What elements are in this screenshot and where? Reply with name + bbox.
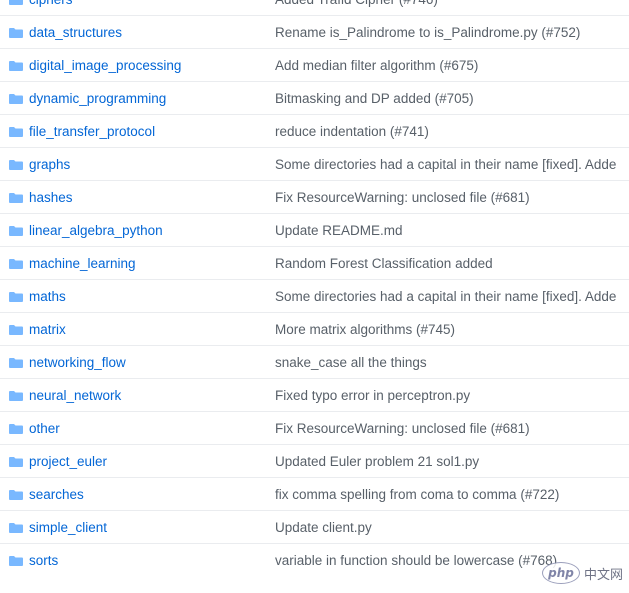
folder-icon (9, 391, 23, 401)
folder-icon (9, 292, 23, 302)
commit-message-link[interactable]: Bitmasking and DP added (#705) (275, 91, 474, 106)
folder-icon (9, 358, 23, 368)
directory-name-link[interactable]: project_euler (29, 454, 107, 469)
directory-name-link[interactable]: linear_algebra_python (29, 223, 163, 238)
file-row-project-euler[interactable]: project_euler Updated Euler problem 21 s… (0, 445, 629, 478)
directory-name-link[interactable]: file_transfer_protocol (29, 124, 155, 139)
folder-icon (9, 193, 23, 203)
folder-icon (9, 28, 23, 38)
directory-name-link[interactable]: ciphers (29, 0, 73, 7)
file-row-simple-client[interactable]: simple_client Update client.py (0, 511, 629, 544)
watermark-logo: php (541, 562, 580, 584)
file-row-linear-algebra-python[interactable]: linear_algebra_python Update README.md (0, 214, 629, 247)
file-row-maths[interactable]: maths Some directories had a capital in … (0, 280, 629, 313)
commit-message-link[interactable]: Updated Euler problem 21 sol1.py (275, 454, 479, 469)
commit-message-link[interactable]: Some directories had a capital in their … (275, 157, 616, 172)
file-row-sorts[interactable]: sorts variable in function should be low… (0, 544, 629, 577)
file-rows: ciphers Added Trafid Cipher (#746) data_… (0, 0, 629, 577)
commit-message-link[interactable]: reduce indentation (#741) (275, 124, 429, 139)
commit-message-link[interactable]: Fix ResourceWarning: unclosed file (#681… (275, 190, 530, 205)
directory-name-link[interactable]: digital_image_processing (29, 58, 181, 73)
commit-message-link[interactable]: Update client.py (275, 520, 372, 535)
file-row-graphs[interactable]: graphs Some directories had a capital in… (0, 148, 629, 181)
folder-icon (9, 556, 23, 566)
directory-name-link[interactable]: simple_client (29, 520, 107, 535)
directory-name-link[interactable]: other (29, 421, 60, 436)
directory-name-link[interactable]: networking_flow (29, 355, 126, 370)
folder-icon (9, 490, 23, 500)
file-row-data-structures[interactable]: data_structures Rename is_Palindrome to … (0, 16, 629, 49)
file-row-machine-learning[interactable]: machine_learning Random Forest Classific… (0, 247, 629, 280)
directory-name-link[interactable]: neural_network (29, 388, 121, 403)
file-row-networking-flow[interactable]: networking_flow snake_case all the thing… (0, 346, 629, 379)
folder-icon (9, 457, 23, 467)
folder-icon (9, 94, 23, 104)
file-row-matrix[interactable]: matrix More matrix algorithms (#745) (0, 313, 629, 346)
directory-name-link[interactable]: graphs (29, 157, 70, 172)
file-row-digital-image-processing[interactable]: digital_image_processing Add median filt… (0, 49, 629, 82)
file-row-other[interactable]: other Fix ResourceWarning: unclosed file… (0, 412, 629, 445)
directory-name-link[interactable]: dynamic_programming (29, 91, 166, 106)
folder-icon (9, 160, 23, 170)
directory-name-link[interactable]: machine_learning (29, 256, 136, 271)
commit-message-link[interactable]: fix comma spelling from coma to comma (#… (275, 487, 559, 502)
file-row-ciphers[interactable]: ciphers Added Trafid Cipher (#746) (0, 0, 629, 16)
folder-icon (9, 61, 23, 71)
folder-icon (9, 523, 23, 533)
commit-message-link[interactable]: Fix ResourceWarning: unclosed file (#681… (275, 421, 530, 436)
directory-name-link[interactable]: hashes (29, 190, 73, 205)
folder-icon (9, 226, 23, 236)
commit-message-link[interactable]: Added Trafid Cipher (#746) (275, 0, 438, 7)
folder-icon (9, 0, 23, 5)
folder-icon (9, 424, 23, 434)
commit-message-link[interactable]: More matrix algorithms (#745) (275, 322, 455, 337)
commit-message-link[interactable]: variable in function should be lowercase… (275, 553, 557, 568)
file-row-file-transfer-protocol[interactable]: file_transfer_protocol reduce indentatio… (0, 115, 629, 148)
folder-icon (9, 325, 23, 335)
directory-name-link[interactable]: searches (29, 487, 84, 502)
file-row-dynamic-programming[interactable]: dynamic_programming Bitmasking and DP ad… (0, 82, 629, 115)
directory-name-link[interactable]: maths (29, 289, 66, 304)
commit-message-link[interactable]: Rename is_Palindrome to is_Palindrome.py… (275, 25, 580, 40)
commit-message-link[interactable]: Update README.md (275, 223, 403, 238)
folder-icon (9, 127, 23, 137)
file-row-neural-network[interactable]: neural_network Fixed typo error in perce… (0, 379, 629, 412)
directory-name-link[interactable]: data_structures (29, 25, 122, 40)
commit-message-link[interactable]: Fixed typo error in perceptron.py (275, 388, 470, 403)
commit-message-link[interactable]: snake_case all the things (275, 355, 427, 370)
watermark: php 中文网 (541, 562, 623, 584)
commit-message-link[interactable]: Random Forest Classification added (275, 256, 493, 271)
file-row-searches[interactable]: searches fix comma spelling from coma to… (0, 478, 629, 511)
commit-message-link[interactable]: Some directories had a capital in their … (275, 289, 616, 304)
commit-message-link[interactable]: Add median filter algorithm (#675) (275, 58, 478, 73)
file-row-hashes[interactable]: hashes Fix ResourceWarning: unclosed fil… (0, 181, 629, 214)
folder-icon (9, 259, 23, 269)
directory-name-link[interactable]: sorts (29, 553, 58, 568)
directory-name-link[interactable]: matrix (29, 322, 66, 337)
watermark-text: 中文网 (583, 563, 623, 583)
file-list: ciphers Added Trafid Cipher (#746) data_… (0, 0, 629, 593)
